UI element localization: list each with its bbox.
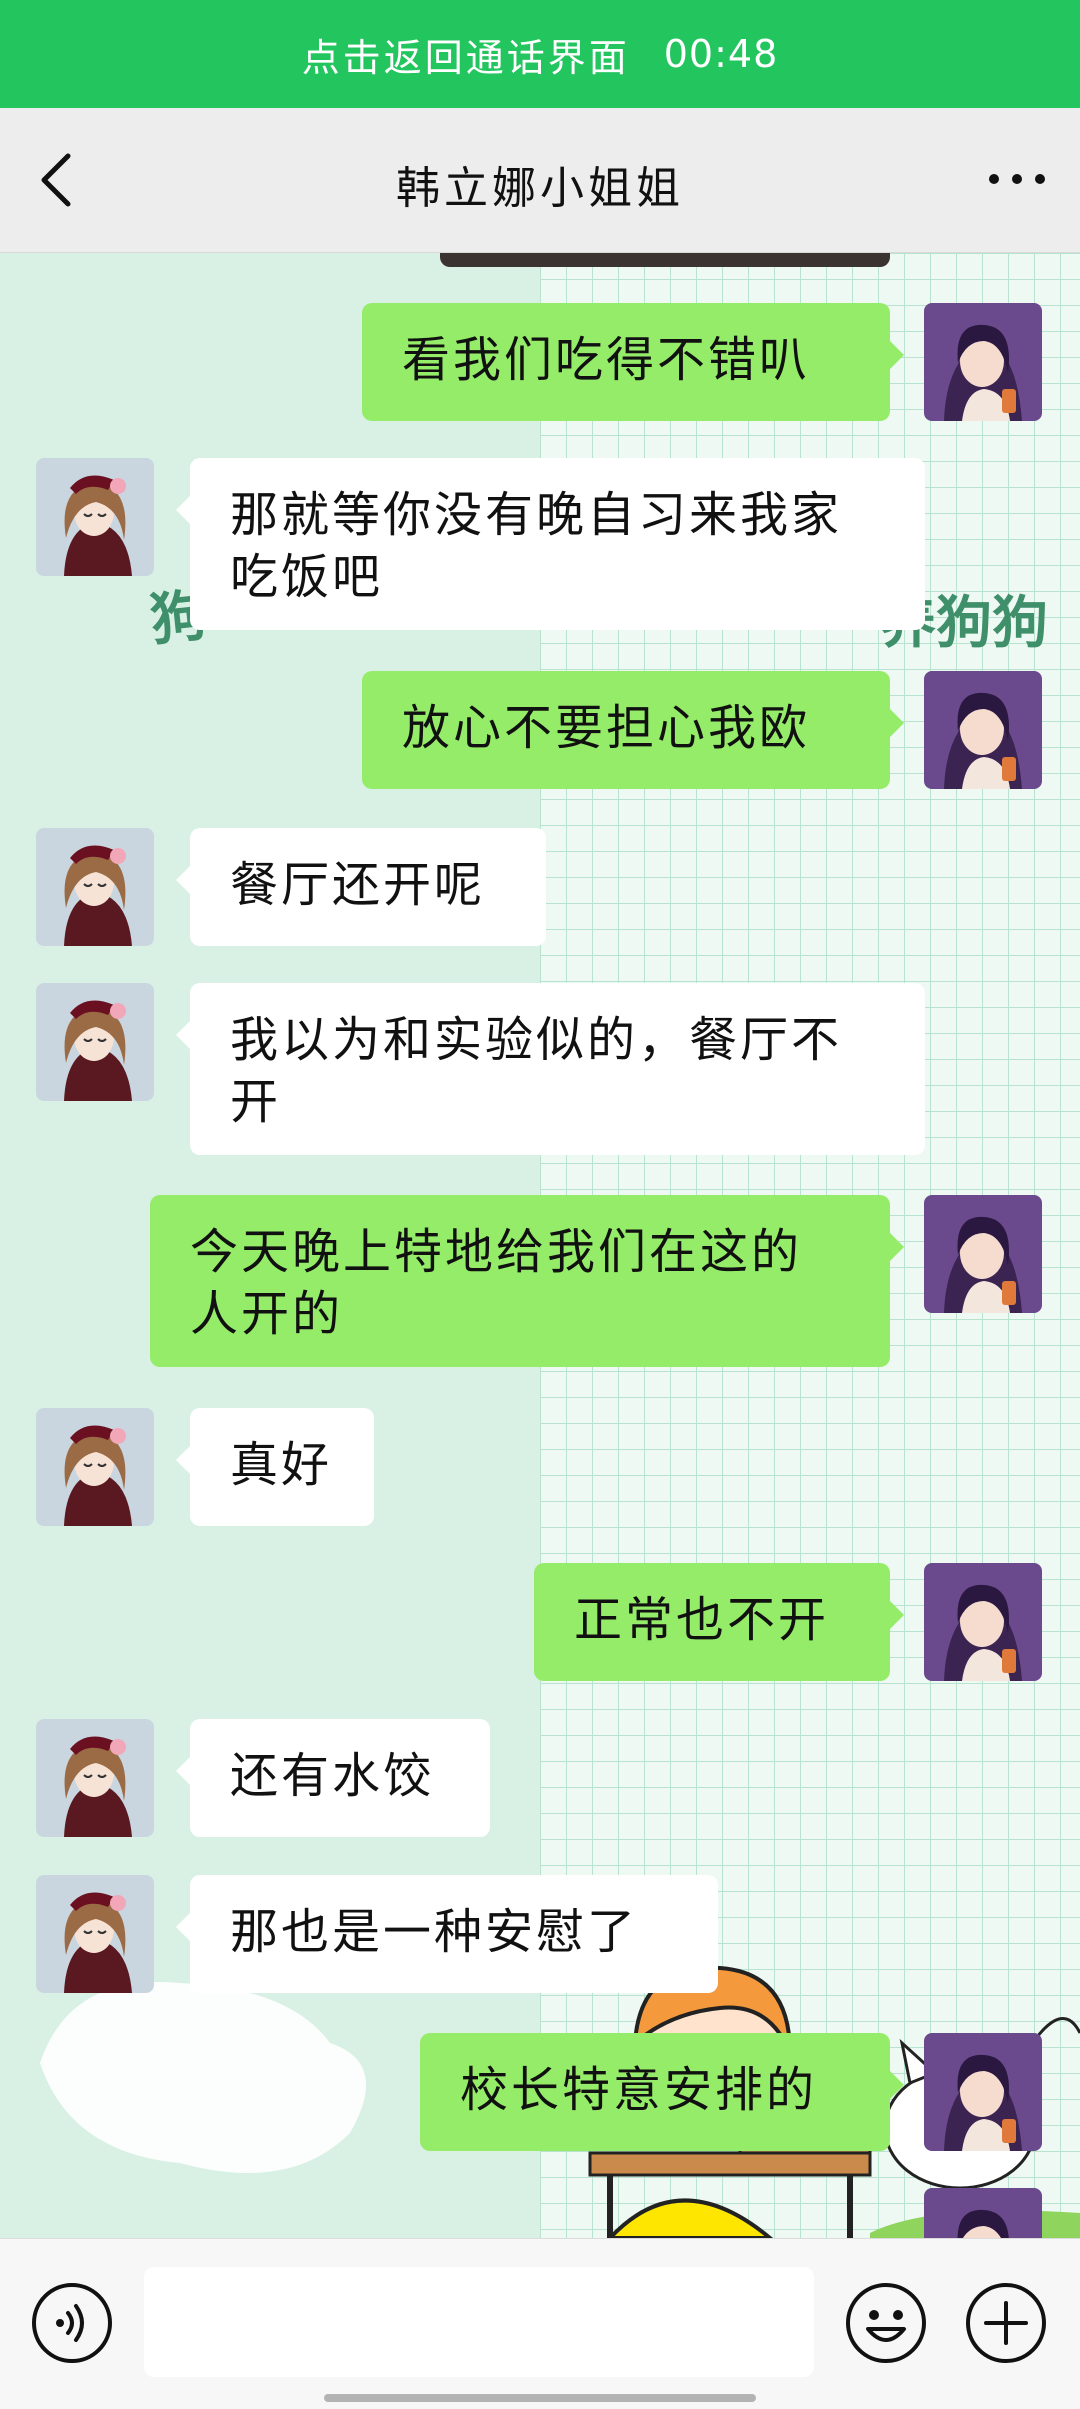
message-bubble-contact[interactable]: 我以为和实验似的，餐厅不开 [176,983,925,1155]
avatar[interactable] [36,983,154,1101]
message-text: 餐厅还开呢 [230,857,486,913]
message-bubble-mine[interactable]: 今天晚上特地给我们在这的人开的 [150,1195,904,1367]
message-text: 看我们吃得不错叭 [402,332,811,388]
emoji-icon[interactable] [844,2281,928,2365]
return-to-call-banner[interactable]: 点击返回通话界面 00:48 [0,0,1080,108]
return-to-call-text: 点击返回通话界面 [301,35,630,80]
message-bubble-mine[interactable]: 看我们吃得不错叭 [362,303,904,421]
message-text: 今天晚上特地给我们在这的人开的 [190,1224,803,1342]
message-bubble-mine[interactable]: 校长特意安排的 [420,2033,904,2151]
chat-header: 韩立娜小姐姐 [0,108,1080,253]
message-text: 正常也不开 [574,1592,830,1648]
avatar[interactable] [924,2188,1042,2238]
message-text: 还有水饺 [230,1748,435,1804]
avatar[interactable] [924,1195,1042,1313]
avatar[interactable] [36,1408,154,1526]
voice-icon[interactable] [30,2281,114,2365]
message-bubble-contact[interactable]: 真好 [176,1408,374,1526]
avatar[interactable] [924,1563,1042,1681]
message-bubble-contact[interactable]: 餐厅还开呢 [176,828,546,946]
message-text: 真好 [230,1437,333,1493]
avatar[interactable] [924,671,1042,789]
avatar[interactable] [924,303,1042,421]
message-text: 放心不要担心我欧 [402,700,811,756]
message-input-bar [0,2238,1080,2409]
message-text: 校长特意安排的 [460,2062,818,2118]
avatar[interactable] [36,1719,154,1837]
plus-icon[interactable] [964,2281,1048,2365]
message-bubble-contact[interactable]: 还有水饺 [176,1719,490,1837]
message-bubble-mine[interactable]: 放心不要担心我欧 [362,671,904,789]
message-text: 那也是一种安慰了 [230,1904,639,1960]
avatar[interactable] [36,828,154,946]
avatar[interactable] [924,2033,1042,2151]
message-text: 我以为和实验似的，餐厅不开 [230,1012,843,1130]
message-bubble-contact[interactable]: 那也是一种安慰了 [176,1875,718,1993]
chat-messages-area[interactable]: 狗 养狗狗 看我们吃得不错叭 那就等你没有晚自习来我家吃饭吧 放心不要担心我欧 … [0,253,1080,2238]
avatar[interactable] [36,458,154,576]
chat-title: 韩立娜小姐姐 [396,163,684,214]
call-timer: 00:48 [663,32,779,76]
home-indicator[interactable] [324,2394,756,2402]
message-text: 那就等你没有晚自习来我家吃饭吧 [230,487,843,605]
ellipsis-icon[interactable] [982,154,1052,204]
avatar[interactable] [36,1875,154,1993]
message-input[interactable] [144,2267,814,2377]
message-bubble-contact[interactable]: 那就等你没有晚自习来我家吃饭吧 [176,458,925,630]
message-bubble-mine[interactable]: 正常也不开 [534,1563,904,1681]
previous-photo-message[interactable] [440,253,890,267]
